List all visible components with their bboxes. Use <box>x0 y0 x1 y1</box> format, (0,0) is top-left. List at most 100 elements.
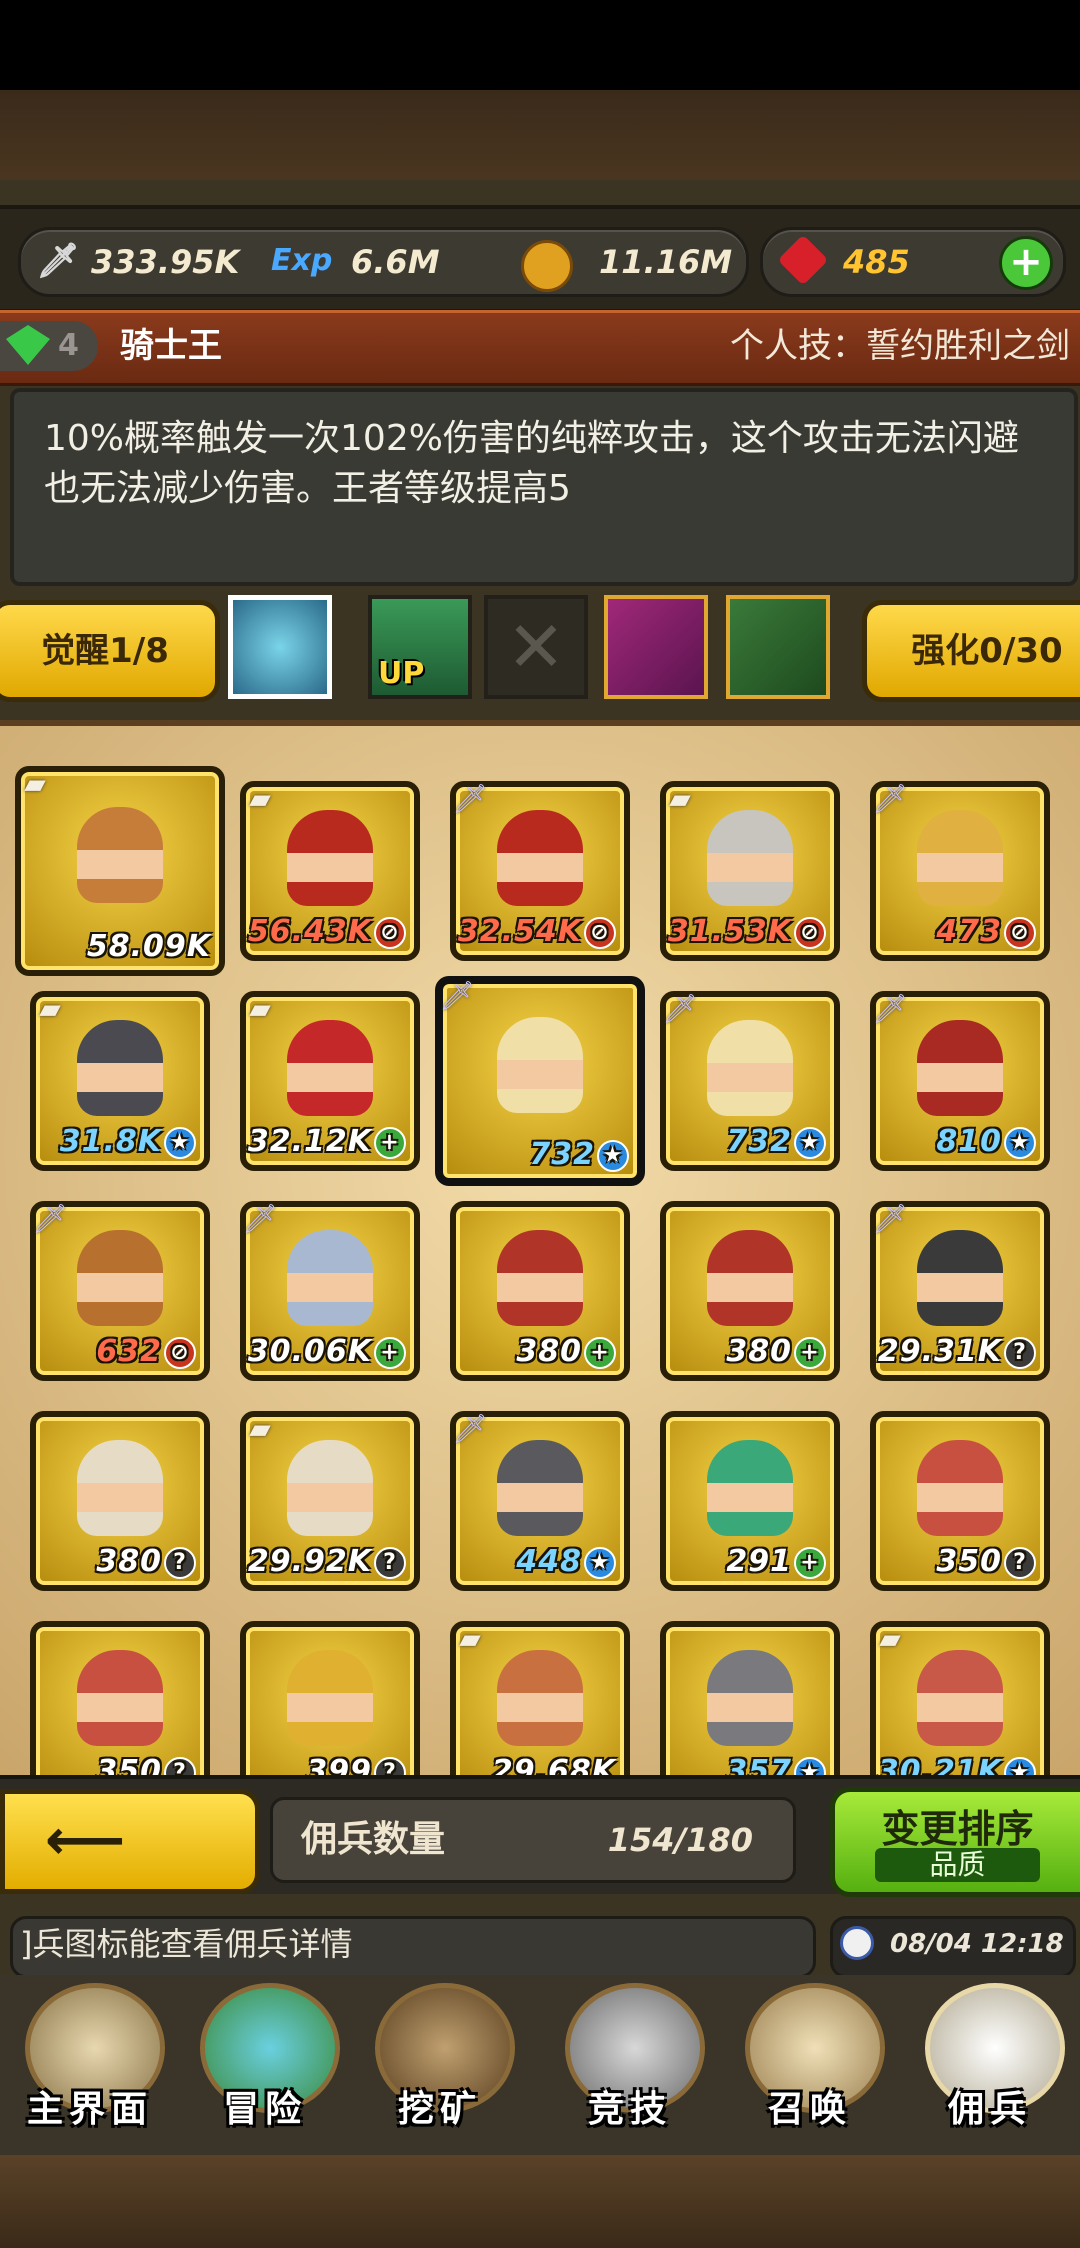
mercenary-card[interactable]: 🗡 732 ★ <box>435 976 645 1186</box>
mercenary-card[interactable]: ▰ 31.8K ★ <box>30 991 210 1171</box>
mercenary-card[interactable]: 🗡 32.54K ⊘ <box>450 781 630 961</box>
map-footer <box>0 2155 1080 2248</box>
mercenary-card[interactable]: 380 + <box>660 1201 840 1381</box>
skill-row: 觉醒1/8 UP ✕ 强化0/30 <box>0 590 1080 710</box>
mercenary-count: 58.09K <box>21 929 211 964</box>
mercenary-count: 632 ⊘ <box>36 1334 196 1369</box>
scroll-badge-icon: ▰ <box>249 782 271 815</box>
scroll-badge-icon: ▰ <box>879 1622 901 1655</box>
ruby-icon <box>777 234 829 286</box>
nav-mining[interactable]: 挖矿 <box>355 1975 525 2155</box>
scroll-badge-icon: ▰ <box>669 782 691 815</box>
mercenary-count-value: 154/180 <box>607 1821 753 1859</box>
mercenary-card[interactable]: ▰ 56.43K ⊘ <box>240 781 420 961</box>
mercenary-card[interactable]: 🗡 448 ★ <box>450 1411 630 1591</box>
mercenary-card[interactable]: ▰ 31.53K ⊘ <box>660 781 840 961</box>
mercenary-count: 380? <box>36 1544 196 1579</box>
scroll-badge-icon: ▰ <box>39 992 61 1025</box>
nav-summon[interactable]: 召唤 <box>725 1975 895 2155</box>
exp-icon: Exp <box>271 243 333 278</box>
mercenary-card[interactable]: 🗡 473 ⊘ <box>870 781 1050 961</box>
mercenary-portrait <box>917 1439 1003 1536</box>
mercenary-count: 29.31K? <box>876 1334 1036 1369</box>
gold-icon <box>521 240 573 292</box>
mercenary-card[interactable]: 380? <box>30 1411 210 1591</box>
mercenary-card[interactable]: 🗡 30.06K + <box>240 1201 420 1381</box>
mercenary-count: 31.8K ★ <box>36 1124 196 1159</box>
mercenary-portrait <box>707 1649 793 1746</box>
sword-badge-icon: 🗡 <box>452 782 488 815</box>
mercenary-portrait <box>287 809 373 906</box>
gold-value: 11.16M <box>599 243 733 281</box>
personal-skill-label: 个人技：誓约胜利之剑 <box>730 326 1070 366</box>
mercenary-count-text: 291 <box>726 1544 792 1579</box>
mercenary-status-icon: ⊘ <box>164 1336 196 1369</box>
mercenary-count-text: 448 <box>516 1544 582 1579</box>
scroll-skill-icon[interactable] <box>726 595 830 699</box>
mercenary-portrait <box>77 1439 163 1536</box>
back-button[interactable]: ⟵ <box>0 1789 260 1894</box>
blade-skill-icon[interactable] <box>604 595 708 699</box>
mercenary-status-icon: ⊘ <box>374 916 406 949</box>
mercenary-card[interactable]: 291 + <box>660 1411 840 1591</box>
mercenary-card[interactable]: 🗡 29.31K? <box>870 1201 1050 1381</box>
mercenary-portrait <box>707 1439 793 1536</box>
nav-main[interactable]: 主界面 <box>5 1975 175 2155</box>
mercenary-card[interactable]: ▰ 30.21K ★ <box>870 1621 1050 1781</box>
mercenary-portrait <box>77 807 163 904</box>
mercenary-portrait <box>287 1649 373 1746</box>
mercenary-count-text: 632 <box>96 1334 162 1369</box>
mercenary-card[interactable]: 🗡 732 ★ <box>660 991 840 1171</box>
scroll-badge-icon: ▰ <box>24 767 46 800</box>
attack-value: 333.95K <box>91 243 240 281</box>
nav-arena-label: 竞技 <box>587 2089 672 2130</box>
tip-text: ]兵图标能查看佣兵详情 <box>20 1925 353 1963</box>
skill-description-box: 10%概率触发一次102%伤害的纯粹攻击，这个攻击无法闪避也无法减少伤害。王者等… <box>10 388 1078 586</box>
mercenary-count-text: 380 <box>726 1334 792 1369</box>
mercenary-card[interactable]: 🗡 810 ★ <box>870 991 1050 1171</box>
mercenary-status-icon: ⊘ <box>584 916 616 949</box>
mercenary-card[interactable]: 350? <box>870 1411 1050 1591</box>
nav-mining-label: 挖矿 <box>397 2089 482 2130</box>
mercenary-status-icon: ★ <box>584 1546 616 1579</box>
clock-icon <box>840 1926 874 1960</box>
mercenary-card[interactable]: ▰ 32.12K + <box>240 991 420 1171</box>
nav-arena[interactable]: 竞技 <box>545 1975 715 2155</box>
sword-badge-icon: 🗡 <box>242 1202 278 1235</box>
nav-adventure-label: 冒险 <box>222 2089 307 2130</box>
mercenary-status-icon: + <box>794 1336 826 1369</box>
map-background <box>0 90 1080 180</box>
awaken-button[interactable]: 觉醒1/8 <box>0 600 220 702</box>
mercenary-card[interactable]: 357 ★ <box>660 1621 840 1781</box>
mercenary-card[interactable]: 350? <box>30 1621 210 1781</box>
mercenary-portrait <box>917 809 1003 906</box>
nav-mercenary[interactable]: 佣兵 <box>905 1975 1075 2155</box>
mercenary-card[interactable]: ▰ 58.09K <box>15 766 225 976</box>
mercenary-portrait <box>917 1229 1003 1326</box>
nav-adventure[interactable]: 冒险 <box>180 1975 350 2155</box>
change-sort-button[interactable]: 变更排序 品质 <box>830 1787 1080 1897</box>
mercenary-portrait <box>707 809 793 906</box>
mercenary-count-text: 473 <box>936 914 1002 949</box>
up-label: UP <box>378 656 425 691</box>
mercenary-card[interactable]: 🗡 632 ⊘ <box>30 1201 210 1381</box>
upgrade-skill-icon[interactable]: UP <box>368 595 472 699</box>
empty-skill-slot-icon[interactable]: ✕ <box>484 595 588 699</box>
enhance-button[interactable]: 强化0/30 <box>862 600 1080 702</box>
sword-badge-icon: 🗡 <box>32 1202 68 1235</box>
mercenary-card[interactable]: ▰ 29.68K <box>450 1621 630 1781</box>
mercenary-count-box: 佣兵数量 154/180 <box>270 1797 796 1883</box>
mercenary-card[interactable]: ▰ 29.92K? <box>240 1411 420 1591</box>
mercenary-count-text: 56.43K <box>247 914 372 949</box>
mercenary-count: 732 ★ <box>666 1124 826 1159</box>
mercenary-card[interactable]: 380 + <box>450 1201 630 1381</box>
mercenary-portrait <box>287 1019 373 1116</box>
mercenary-grid: ▰ 58.09K ▰ 56.43K ⊘ 🗡 32.54K ⊘ ▰ 31.53K ⊘ 🗡 473 ⊘ ▰ 31.… <box>0 720 1080 1781</box>
mercenary-card[interactable]: 399? <box>240 1621 420 1781</box>
mercenary-count: 29.92K? <box>246 1544 406 1579</box>
add-gems-button[interactable]: + <box>999 236 1053 290</box>
magic-circle-skill-icon[interactable] <box>228 595 332 699</box>
mercenary-count-text: 732 <box>529 1137 595 1172</box>
mercenary-count-text: 58.09K <box>86 929 211 964</box>
bottom-bar: ⟵ 佣兵数量 154/180 变更排序 品质 <box>0 1775 1080 1897</box>
